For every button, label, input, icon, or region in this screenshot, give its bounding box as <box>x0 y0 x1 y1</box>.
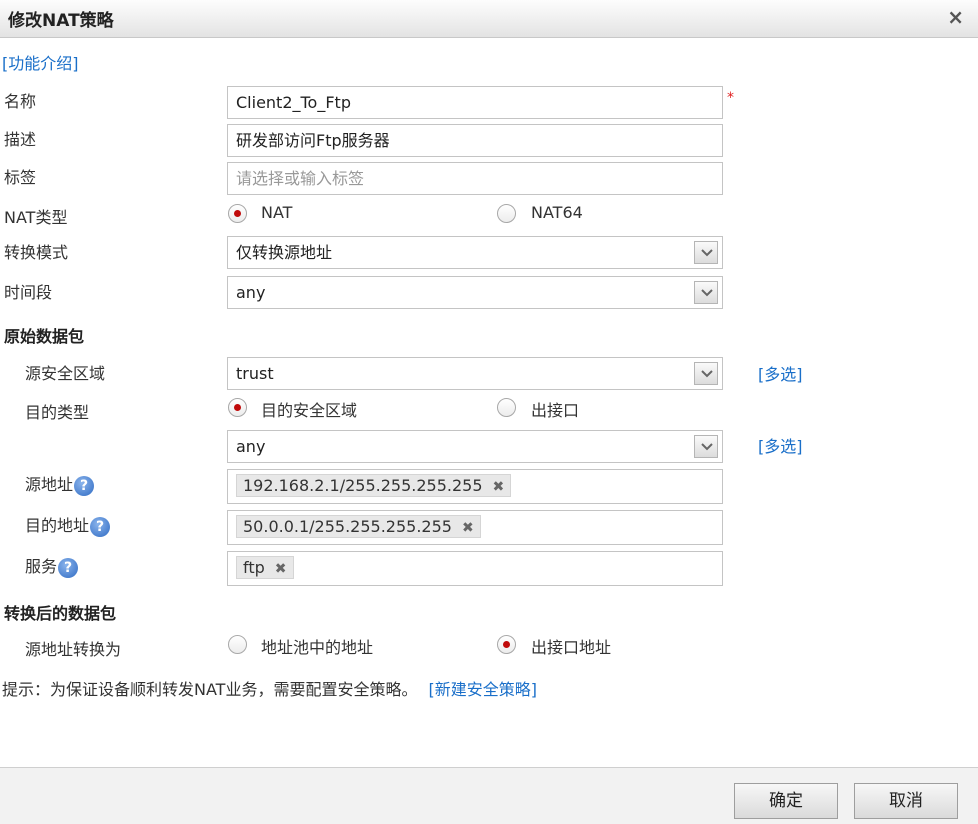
intro-link[interactable]: [功能介绍] <box>2 50 79 74</box>
dest-address-input[interactable]: 50.0.0.1/255.255.255.255 ✖ <box>227 510 723 545</box>
hint-row: 提示：为保证设备顺利转发NAT业务，需要配置安全策略。 [新建安全策略] <box>2 676 537 700</box>
source-address-label-text: 源地址 <box>25 475 74 494</box>
source-address-tag-text: 192.168.2.1/255.255.255.255 <box>243 476 483 495</box>
hint-text: 提示：为保证设备顺利转发NAT业务，需要配置安全策略。 <box>2 680 418 699</box>
dialog-title: 修改NAT策略 <box>8 11 114 31</box>
nat-type-radio-nat64[interactable] <box>497 204 516 223</box>
tag-input[interactable]: 请选择或输入标签 <box>227 162 723 195</box>
nat-type-radio-nat[interactable] <box>228 204 247 223</box>
required-mark: * <box>727 90 734 106</box>
nat-type-label: NAT类型 <box>4 208 68 227</box>
source-zone-select[interactable]: trust <box>227 357 723 390</box>
service-tag: ftp ✖ <box>236 556 294 579</box>
name-input[interactable]: Client2_To_Ftp <box>227 86 723 119</box>
source-translate-option-interface: 出接口地址 <box>531 638 612 657</box>
close-icon[interactable]: × <box>947 5 964 29</box>
mode-select-value: 仅转换源地址 <box>236 243 333 262</box>
service-tag-text: ftp <box>243 558 265 577</box>
original-packet-section-title: 原始数据包 <box>4 327 85 346</box>
service-label-text: 服务 <box>25 557 58 576</box>
description-label: 描述 <box>4 130 37 149</box>
chevron-down-icon[interactable] <box>694 362 718 385</box>
nat-type-option-nat64: NAT64 <box>531 203 583 222</box>
dialog-titlebar: 修改NAT策略 × <box>0 0 978 38</box>
source-address-label: 源地址? <box>25 471 95 496</box>
source-translate-radio-interface[interactable] <box>497 635 516 654</box>
schedule-label: 时间段 <box>4 283 53 302</box>
service-label: 服务? <box>25 553 79 578</box>
source-translate-option-pool: 地址池中的地址 <box>261 638 374 657</box>
name-label: 名称 <box>4 92 37 111</box>
remove-icon[interactable]: ✖ <box>275 561 287 577</box>
cancel-button[interactable]: 取消 <box>854 783 958 819</box>
help-icon[interactable]: ? <box>58 557 79 578</box>
source-zone-multi-select-link[interactable]: [多选] <box>758 361 803 385</box>
dest-type-radio-interface[interactable] <box>497 398 516 417</box>
source-address-tag: 192.168.2.1/255.255.255.255 ✖ <box>236 474 512 497</box>
dest-address-tag-text: 50.0.0.1/255.255.255.255 <box>243 517 452 536</box>
schedule-select[interactable]: any <box>227 276 723 309</box>
description-input[interactable]: 研发部访问Ftp服务器 <box>227 124 723 157</box>
chevron-down-icon[interactable] <box>694 281 718 304</box>
mode-label: 转换模式 <box>4 243 69 262</box>
dest-type-label: 目的类型 <box>25 403 90 422</box>
dest-zone-multi-select-link[interactable]: [多选] <box>758 433 803 457</box>
nat-type-option-nat: NAT <box>261 203 293 222</box>
help-icon[interactable]: ? <box>74 475 95 496</box>
dest-zone-select[interactable]: any <box>227 430 723 463</box>
dialog-footer: 确定 取消 <box>0 767 978 824</box>
dest-address-tag: 50.0.0.1/255.255.255.255 ✖ <box>236 515 481 538</box>
help-icon[interactable]: ? <box>90 516 111 537</box>
source-translate-radio-pool[interactable] <box>228 635 247 654</box>
source-address-input[interactable]: 192.168.2.1/255.255.255.255 ✖ <box>227 469 723 504</box>
source-translate-label: 源地址转换为 <box>25 640 122 659</box>
ok-button[interactable]: 确定 <box>734 783 838 819</box>
dest-zone-select-value: any <box>236 437 266 456</box>
remove-icon[interactable]: ✖ <box>493 479 505 495</box>
dest-type-option-zone: 目的安全区域 <box>261 401 358 420</box>
remove-icon[interactable]: ✖ <box>462 520 474 536</box>
source-zone-label: 源安全区域 <box>25 364 106 383</box>
dest-address-label: 目的地址? <box>25 512 111 537</box>
dest-address-label-text: 目的地址 <box>25 516 90 535</box>
chevron-down-icon[interactable] <box>694 241 718 264</box>
service-input[interactable]: ftp ✖ <box>227 551 723 586</box>
mode-select[interactable]: 仅转换源地址 <box>227 236 723 269</box>
tag-label: 标签 <box>4 168 37 187</box>
chevron-down-icon[interactable] <box>694 435 718 458</box>
source-zone-select-value: trust <box>236 364 274 383</box>
translated-packet-section-title: 转换后的数据包 <box>4 604 117 623</box>
new-security-policy-link[interactable]: [新建安全策略] <box>429 680 538 699</box>
dest-type-option-interface: 出接口 <box>531 401 580 420</box>
dest-type-radio-zone[interactable] <box>228 398 247 417</box>
schedule-select-value: any <box>236 283 266 302</box>
